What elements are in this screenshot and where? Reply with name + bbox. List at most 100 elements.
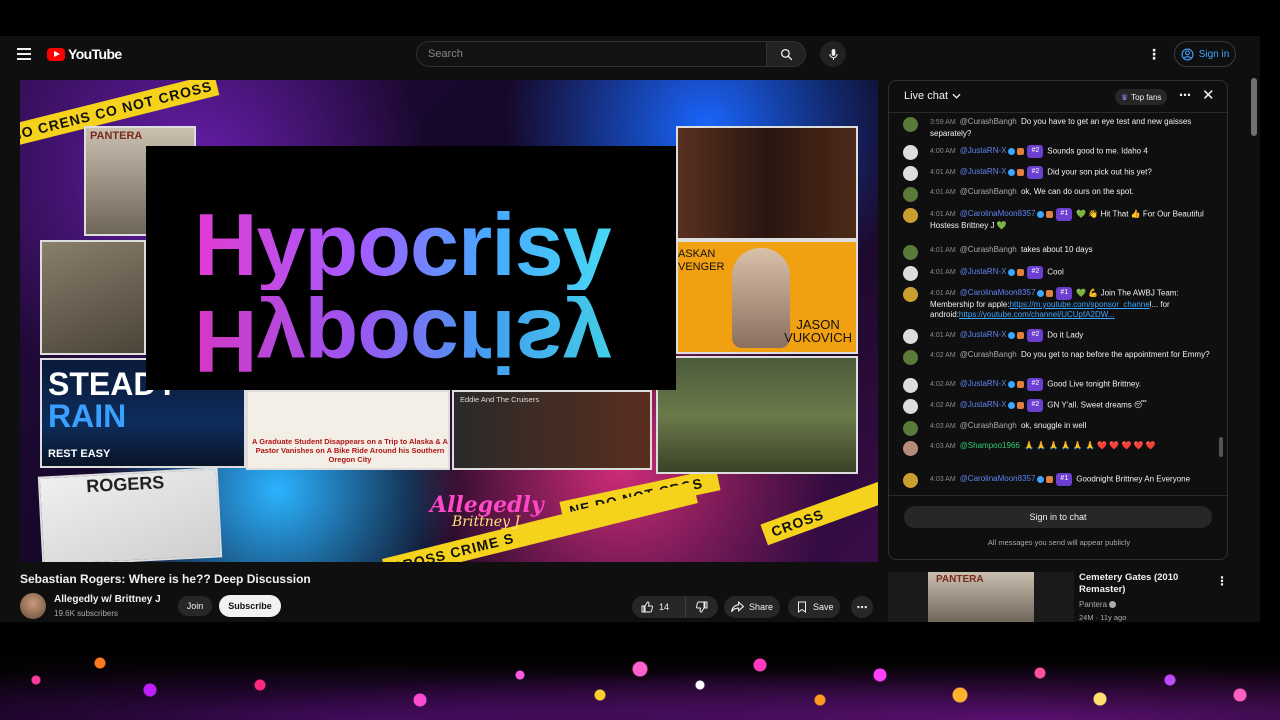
eddie-caption: Eddie And The Cruisers bbox=[460, 395, 540, 404]
injured-man-photo bbox=[40, 240, 146, 355]
chat-message: 4:01 AM @CarolinaMoon8357 #1 💚 💪 Join The A… bbox=[903, 287, 1213, 321]
signin-button[interactable]: Sign in bbox=[1174, 41, 1236, 67]
top-fans-button[interactable]: ♛ Top fans bbox=[1115, 89, 1168, 105]
chevron-down-icon bbox=[952, 93, 961, 99]
public-message-note: All messages you send will appear public… bbox=[987, 538, 1131, 547]
chat-message: 4:01 AM @JustaRN-X #2 Cool bbox=[903, 266, 1213, 281]
top-fans-label: Top fans bbox=[1131, 92, 1162, 102]
recommended-options-icon[interactable]: ⋮ bbox=[1216, 574, 1228, 588]
dislike-button[interactable] bbox=[686, 596, 718, 618]
jason-vukovich-photo: ASKAN VENGER JASON VUKOVICH bbox=[676, 240, 858, 354]
member-badge-icon bbox=[1008, 168, 1016, 176]
join-button[interactable]: Join bbox=[178, 596, 212, 616]
search-bar bbox=[416, 41, 806, 67]
chat-message: 3:59 AM @CurashBangh Do you have to get a… bbox=[903, 117, 1213, 139]
user-avatar bbox=[903, 187, 918, 202]
chat-message: 4:03 AM @CarolinaMoon8357 #1 Goodnight Brit… bbox=[903, 473, 1213, 488]
user-avatar bbox=[903, 399, 918, 414]
search-input[interactable] bbox=[416, 41, 767, 67]
chat-message: 4:00 AM @JustaRN-X #2 Sounds good to me. Id… bbox=[903, 145, 1213, 160]
channel-name[interactable]: Allegedly w/ Brittney J bbox=[54, 594, 161, 605]
more-actions-icon[interactable]: ⋯ bbox=[851, 596, 873, 618]
save-button[interactable]: Save bbox=[788, 596, 840, 618]
share-button[interactable]: Share bbox=[724, 596, 780, 618]
chat-message: 4:02 AM @JustaRN-X #2 GN Y'all. Sweet dream… bbox=[903, 399, 1213, 414]
user-avatar bbox=[903, 287, 918, 302]
recommended-channel[interactable]: Pantera bbox=[1079, 600, 1117, 609]
gift-badge-icon bbox=[1017, 268, 1025, 276]
gift-badge-icon bbox=[1017, 401, 1025, 409]
verified-icon bbox=[1109, 601, 1117, 609]
chat-message: 4:02 AM @CurashBangh Do you get to nap be… bbox=[903, 350, 1213, 365]
signin-to-chat-button[interactable]: Sign in to chat bbox=[904, 506, 1212, 528]
hamburger-menu-icon[interactable] bbox=[14, 44, 34, 64]
user-avatar bbox=[903, 117, 918, 132]
pantera-label: PANTERA bbox=[90, 130, 143, 142]
member-badge-icon bbox=[1008, 401, 1016, 409]
gift-badge-icon bbox=[1046, 475, 1054, 483]
chat-message: 4:01 AM @CurashBangh takes about 10 days bbox=[903, 245, 1213, 260]
youtube-play-icon bbox=[47, 47, 65, 61]
chat-message: 4:01 AM @CurashBangh ok, We can do ours o… bbox=[903, 187, 1213, 202]
member-badge-icon bbox=[1037, 289, 1045, 297]
search-button[interactable] bbox=[766, 41, 806, 67]
channel-avatar[interactable] bbox=[20, 593, 46, 619]
user-avatar bbox=[903, 208, 918, 223]
live-chat-panel: Live chat ♛ Top fans ⋯ ✕ 3:59 AM @CurashB… bbox=[888, 80, 1228, 560]
video-title: Sebastian Rogers: Where is he?? Deep Dis… bbox=[20, 572, 311, 586]
thumbs-down-icon bbox=[696, 601, 708, 613]
user-avatar bbox=[903, 145, 918, 160]
portrait-face bbox=[732, 248, 790, 348]
user-avatar bbox=[903, 378, 918, 393]
gift-badge-icon bbox=[1017, 380, 1025, 388]
jason-name-label: JASON VUKOVICH bbox=[784, 317, 852, 345]
youtube-app: YouTube ⋮ Sign in NO CRENS CO NOT CROSS … bbox=[0, 36, 1260, 622]
missing-persons-caption: A Graduate Student Disappears on a Trip … bbox=[252, 437, 448, 464]
gift-badge-icon bbox=[1017, 147, 1025, 155]
thumbnail-image: PANTERA bbox=[928, 572, 1034, 622]
gift-badge-icon bbox=[1046, 210, 1054, 218]
chat-message: 4:02 AM @JustaRN-X #2 Good Live tonight Bri… bbox=[903, 378, 1213, 393]
recommended-thumbnail[interactable]: PANTERA bbox=[888, 572, 1074, 622]
recommended-video[interactable]: PANTERA Cemetery Gates (2010 Remaster) P… bbox=[888, 572, 1238, 622]
like-button[interactable]: 14 bbox=[632, 596, 686, 618]
chat-options-icon[interactable]: ⋯ bbox=[1179, 88, 1191, 102]
overlay-word: Hypocrisy bbox=[194, 195, 612, 294]
membership-link[interactable]: https://youtube.com/channel/UCUpfA2DW... bbox=[959, 310, 1115, 319]
recommended-title[interactable]: Cemetery Gates (2010 Remaster) bbox=[1079, 572, 1209, 596]
avenger-label: ASKAN VENGER bbox=[678, 248, 725, 273]
chat-message: 4:01 AM @JustaRN-X #2 Did your son pick out… bbox=[903, 166, 1213, 181]
overlay-word-reflection: Hypocrisy bbox=[194, 292, 611, 390]
voice-search-button[interactable] bbox=[820, 41, 846, 67]
recommended-meta: 24M · 11y ago bbox=[1079, 613, 1127, 622]
chat-scrollbar[interactable] bbox=[1219, 437, 1223, 457]
field-soldier-photo bbox=[656, 356, 858, 474]
allegedly-logo: Allegedly Brittney J bbox=[430, 492, 544, 530]
chat-message: 4:01 AM @JustaRN-X #2 Do it Lady bbox=[903, 329, 1213, 344]
chat-title: Live chat bbox=[904, 90, 949, 102]
steady-rain-subtitle: REST EASY bbox=[48, 448, 111, 460]
page-scrollbar[interactable] bbox=[1250, 72, 1258, 622]
decorative-bokeh-background bbox=[0, 655, 1280, 720]
chat-message: 4:03 AM @Shampoo1966 🙏 🙏 🙏 🙏 🙏 🙏 ❤️ ❤️ ❤️… bbox=[903, 441, 1213, 456]
subscribe-button[interactable]: Subscribe bbox=[219, 595, 281, 617]
youtube-logo[interactable]: YouTube bbox=[47, 46, 122, 62]
page-scroll-thumb[interactable] bbox=[1251, 78, 1257, 136]
settings-kebab-icon[interactable]: ⋮ bbox=[1147, 45, 1161, 63]
rogers-notebook: ROGERS bbox=[37, 467, 223, 562]
share-arrow-icon bbox=[731, 601, 744, 613]
search-icon bbox=[780, 48, 792, 60]
thumbs-up-icon bbox=[641, 601, 653, 613]
chat-message: 4:01 AM @CarolinaMoon8357 #1 💚 👋 Hit That 👍… bbox=[903, 208, 1213, 231]
rogers-label: ROGERS bbox=[85, 472, 165, 497]
membership-link[interactable]: https://m.youtube.com/sponsor_channe bbox=[1010, 300, 1150, 309]
chat-mode-dropdown[interactable]: Live chat bbox=[904, 90, 961, 102]
user-avatar bbox=[903, 329, 918, 344]
chat-message-list[interactable]: 3:59 AM @CurashBangh Do you have to get a… bbox=[889, 113, 1227, 495]
close-icon[interactable]: ✕ bbox=[1202, 86, 1215, 104]
save-playlist-icon bbox=[798, 601, 806, 613]
podcast-hosts-photo bbox=[676, 126, 858, 240]
video-player[interactable]: NO CRENS CO NOT CROSS NE DO NOT CROS CRO… bbox=[20, 80, 878, 562]
user-avatar bbox=[903, 441, 918, 456]
chat-footer: Sign in to chat All messages you send wi… bbox=[889, 495, 1227, 559]
